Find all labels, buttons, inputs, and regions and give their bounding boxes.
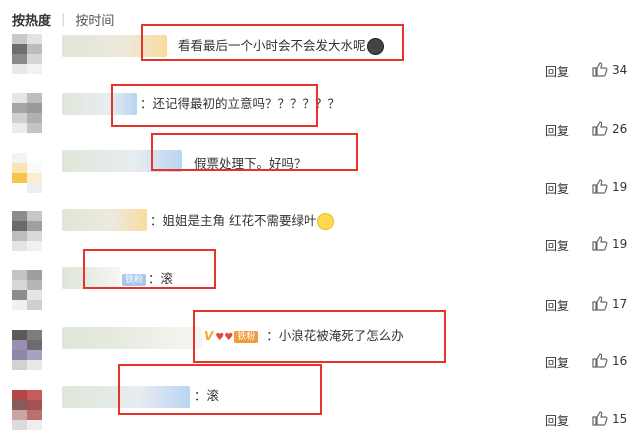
- smile-emoji-icon: [317, 213, 335, 230]
- highlight-box: [83, 249, 216, 289]
- thumbs-up-icon: [592, 236, 608, 251]
- like-count: 19: [612, 236, 628, 251]
- highlight-box: [118, 364, 322, 415]
- highlight-box: [141, 24, 404, 61]
- reply-button[interactable]: 回复: [545, 122, 569, 139]
- thumbs-up-icon: [592, 179, 608, 194]
- username-blurred[interactable]: [62, 209, 147, 231]
- avatar[interactable]: [12, 93, 42, 133]
- reply-button[interactable]: 回复: [545, 297, 569, 314]
- thumbs-up-icon: [592, 296, 608, 311]
- avatar[interactable]: [12, 153, 42, 193]
- avatar[interactable]: [12, 330, 42, 370]
- thumbs-up-icon: [592, 353, 608, 368]
- reply-button[interactable]: 回复: [545, 237, 569, 254]
- avatar[interactable]: [12, 390, 42, 430]
- like-count: 26: [612, 121, 628, 136]
- reply-button[interactable]: 回复: [545, 412, 569, 429]
- like-button[interactable]: 17: [592, 296, 627, 311]
- like-button[interactable]: 34: [592, 62, 627, 77]
- like-count: 17: [612, 296, 628, 311]
- username-blurred[interactable]: [62, 327, 202, 349]
- thumbs-up-icon: [592, 411, 608, 426]
- tab-divider: |: [61, 11, 66, 27]
- highlight-box: [111, 84, 318, 127]
- comment-text: ：姐姐是主角 红花不需要绿叶: [150, 212, 335, 230]
- reply-button[interactable]: 回复: [545, 63, 569, 80]
- like-count: 15: [612, 411, 628, 426]
- like-count: 16: [612, 353, 628, 368]
- like-button[interactable]: 15: [592, 411, 627, 426]
- avatar[interactable]: [12, 34, 42, 74]
- like-count: 19: [612, 179, 628, 194]
- highlight-box: [193, 310, 446, 363]
- like-button[interactable]: 19: [592, 236, 627, 251]
- reply-button[interactable]: 回复: [545, 180, 569, 197]
- avatar[interactable]: [12, 270, 42, 310]
- reply-button[interactable]: 回复: [545, 354, 569, 371]
- like-count: 34: [612, 62, 628, 77]
- thumbs-up-icon: [592, 121, 608, 136]
- highlight-box: [151, 133, 358, 171]
- like-button[interactable]: 19: [592, 179, 627, 194]
- avatar[interactable]: [12, 211, 42, 251]
- like-button[interactable]: 16: [592, 353, 627, 368]
- thumbs-up-icon: [592, 62, 608, 77]
- like-button[interactable]: 26: [592, 121, 627, 136]
